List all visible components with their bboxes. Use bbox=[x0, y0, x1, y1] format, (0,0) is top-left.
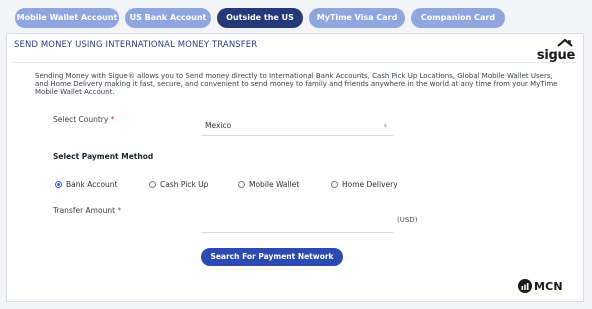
payment-method-label: Select Payment Method bbox=[53, 152, 154, 161]
money-transfer-panel: SEND MONEY USING INTERNATIONAL MONEY TRA… bbox=[6, 33, 584, 302]
radio-button[interactable] bbox=[331, 180, 338, 188]
required-mark: * bbox=[117, 206, 122, 215]
transfer-amount-label: Transfer Amount * bbox=[53, 206, 121, 215]
page-frame: Mobile Wallet Account US Bank Account Ou… bbox=[0, 0, 592, 309]
chevron-down-icon: ▾ bbox=[383, 122, 387, 130]
mcn-logo: MCN bbox=[518, 277, 563, 295]
radio-mobile-wallet-label: Mobile Wallet bbox=[249, 179, 300, 189]
radio-button-checked[interactable] bbox=[55, 180, 62, 188]
search-payment-network-button[interactable]: Search For Payment Network bbox=[201, 248, 343, 266]
account-tabs: Mobile Wallet Account US Bank Account Ou… bbox=[15, 8, 505, 28]
country-select-value: Mexico bbox=[205, 121, 232, 130]
mcn-logo-icon bbox=[518, 279, 532, 293]
currency-label: (USD) bbox=[397, 216, 418, 224]
country-select[interactable]: Mexico ▾ bbox=[201, 117, 393, 136]
sigue-logo: sigue bbox=[536, 38, 575, 63]
tab-mobile-wallet-account[interactable]: Mobile Wallet Account bbox=[15, 8, 119, 28]
radio-button[interactable] bbox=[238, 180, 245, 188]
radio-cash-pick-up-label: Cash Pick Up bbox=[160, 179, 209, 189]
transfer-amount-input[interactable] bbox=[201, 214, 393, 233]
radio-bank-account-label: Bank Account bbox=[66, 179, 118, 189]
service-description: Sending Money with Sigue® allows you to … bbox=[35, 72, 558, 96]
tab-outside-the-us[interactable]: Outside the US bbox=[217, 8, 303, 28]
title-divider bbox=[13, 62, 577, 63]
select-country-label-text: Select Country bbox=[53, 115, 109, 124]
radio-mobile-wallet[interactable]: Mobile Wallet bbox=[238, 178, 299, 190]
transfer-amount-label-text: Transfer Amount bbox=[53, 206, 116, 215]
radio-cash-pick-up[interactable]: Cash Pick Up bbox=[149, 178, 208, 190]
sigue-logo-text: sigue bbox=[536, 48, 575, 63]
tab-mytime-visa-card[interactable]: MyTime Visa Card bbox=[309, 8, 405, 28]
radio-button[interactable] bbox=[149, 180, 156, 188]
mcn-logo-text: MCN bbox=[534, 279, 563, 293]
tab-us-bank-account[interactable]: US Bank Account bbox=[125, 8, 211, 28]
bars-icon bbox=[521, 283, 529, 290]
radio-home-delivery[interactable]: Home Delivery bbox=[331, 178, 398, 190]
radio-bank-account[interactable]: Bank Account bbox=[55, 178, 118, 190]
select-country-label: Select Country * bbox=[53, 115, 114, 124]
radio-home-delivery-label: Home Delivery bbox=[342, 179, 398, 189]
tab-companion-card[interactable]: Companion Card bbox=[411, 8, 505, 28]
required-mark: * bbox=[110, 115, 115, 124]
panel-title: SEND MONEY USING INTERNATIONAL MONEY TRA… bbox=[14, 40, 258, 50]
